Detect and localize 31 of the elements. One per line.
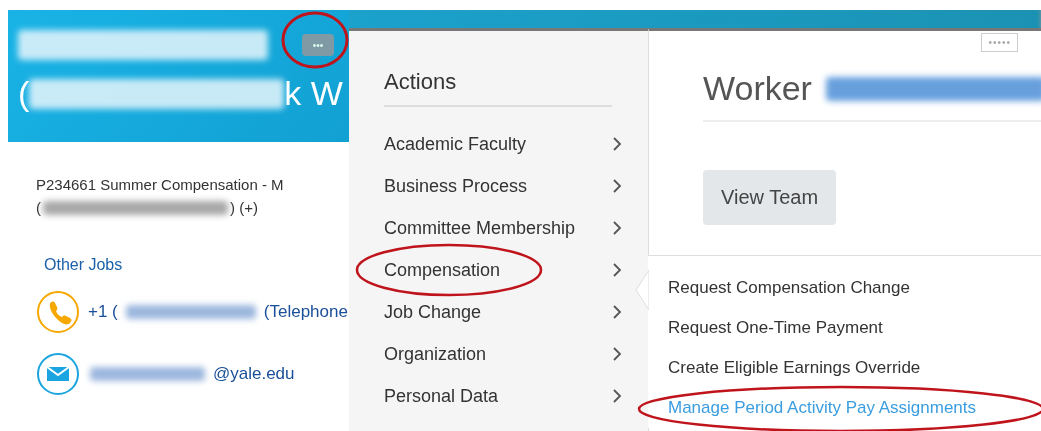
chevron-icon — [612, 263, 622, 277]
chevron-icon — [612, 137, 622, 151]
submenu-item[interactable]: Request One-Time Payment — [668, 318, 883, 338]
mail-icon — [36, 352, 80, 396]
job-text: ( — [36, 199, 41, 216]
menu-item[interactable]: Academic Faculty — [384, 133, 527, 155]
job-text: ) (+) — [230, 199, 258, 216]
chevron-icon — [612, 347, 622, 361]
chevron-icon — [612, 389, 622, 403]
name-text: k W — [284, 74, 343, 113]
menu-title: Actions — [384, 69, 612, 107]
highlight-ellipse — [280, 10, 349, 70]
submenu-item[interactable]: Create Eligible Earnings Override — [668, 358, 921, 378]
menu-item[interactable]: Committee Membership — [384, 217, 576, 239]
menu-item[interactable]: Organization — [384, 343, 487, 365]
phone-icon — [36, 290, 80, 334]
other-jobs-link[interactable]: Other Jobs — [44, 256, 349, 274]
menu-item[interactable]: Job Change — [384, 301, 482, 323]
phone-text: +1 ( — [88, 302, 118, 322]
submenu-item[interactable]: Request Compensation Change — [668, 278, 910, 298]
name-text: ( — [18, 74, 30, 113]
page-title: Worker — [703, 69, 812, 108]
email-text: @yale.edu — [213, 364, 295, 384]
view-team-button[interactable]: View Team — [703, 170, 837, 225]
chevron-icon — [612, 305, 622, 319]
menu-item[interactable]: Business Process — [384, 175, 528, 197]
chevron-icon — [612, 221, 622, 235]
menu-item[interactable]: Personal Data — [384, 385, 499, 407]
phone-text: (Telephone — [263, 302, 348, 322]
chevron-icon — [612, 179, 622, 193]
job-text: P234661 Summer Compensation - M — [36, 176, 285, 193]
